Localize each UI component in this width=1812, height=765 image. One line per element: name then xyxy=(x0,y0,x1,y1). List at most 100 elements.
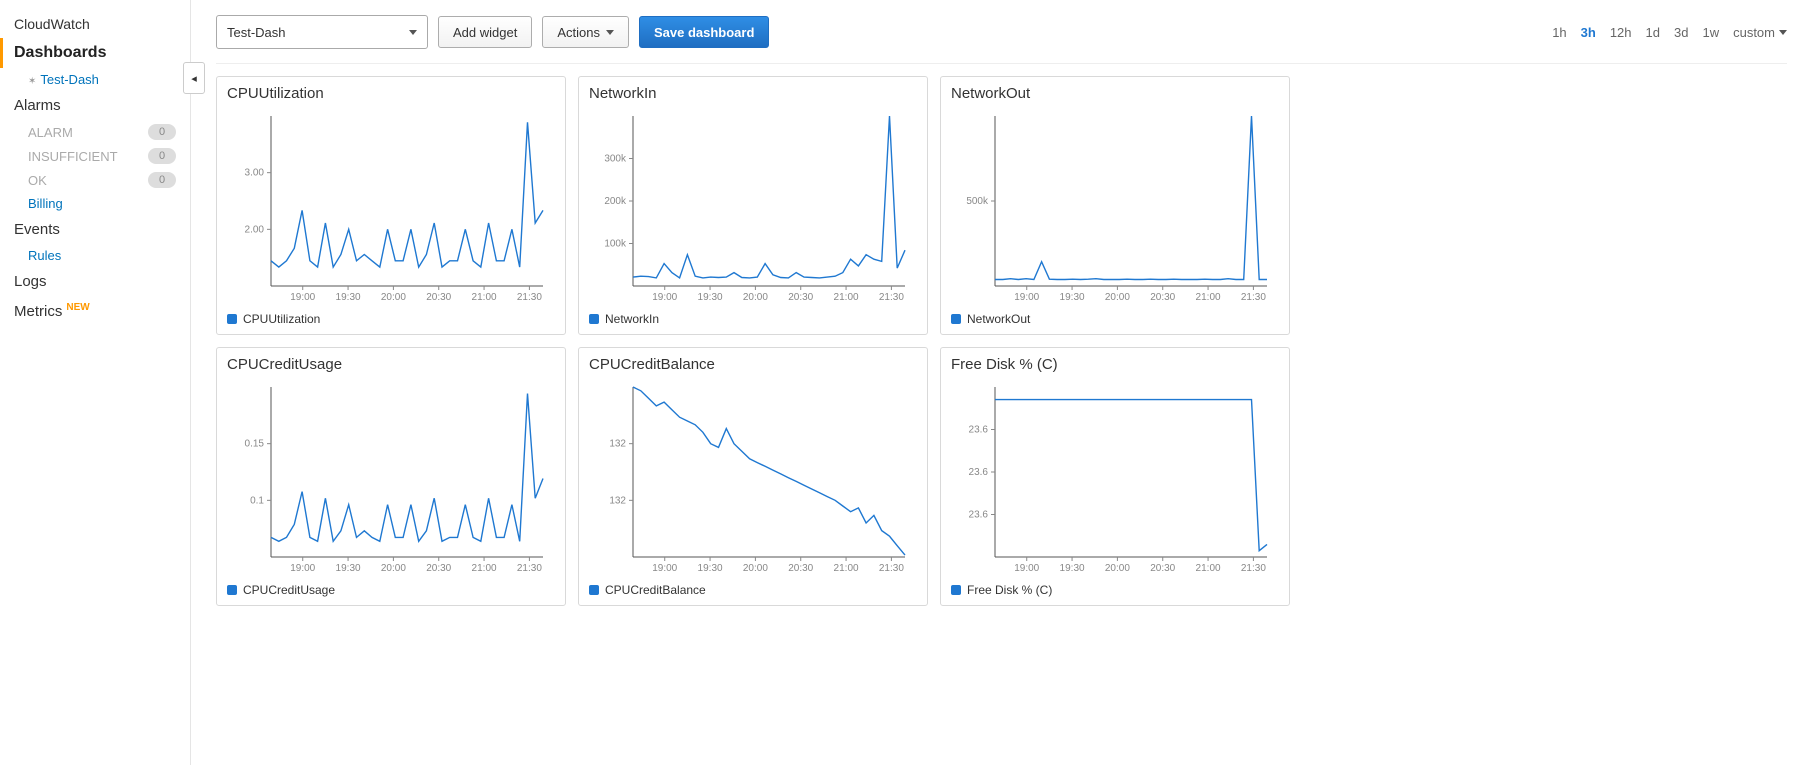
svg-text:500k: 500k xyxy=(966,196,989,207)
widget-networkin[interactable]: NetworkIn100k200k300k19:0019:3020:0020:3… xyxy=(578,76,928,335)
svg-text:19:30: 19:30 xyxy=(1060,292,1085,303)
svg-text:21:00: 21:00 xyxy=(472,292,497,303)
new-badge: NEW xyxy=(66,302,89,313)
save-dashboard-button[interactable]: Save dashboard xyxy=(639,16,769,48)
alarm-count-badge: 0 xyxy=(148,148,176,164)
chart-area: 100k200k300k19:0019:3020:0020:3021:0021:… xyxy=(589,108,917,308)
time-range-3h[interactable]: 3h xyxy=(1581,25,1596,40)
alarm-count-badge: 0 xyxy=(148,124,176,140)
svg-text:19:00: 19:00 xyxy=(290,563,315,574)
nav-alarms[interactable]: Alarms xyxy=(0,91,190,120)
svg-text:19:30: 19:30 xyxy=(1060,563,1085,574)
nav-billing[interactable]: Billing xyxy=(0,192,190,215)
time-range-12h[interactable]: 12h xyxy=(1610,25,1632,40)
chart-area: 2.003.0019:0019:3020:0020:3021:0021:30 xyxy=(227,108,555,308)
svg-text:23.6: 23.6 xyxy=(969,467,989,478)
svg-text:20:30: 20:30 xyxy=(1150,292,1175,303)
chevron-down-icon xyxy=(1779,30,1787,35)
widget-title: NetworkIn xyxy=(589,85,917,102)
legend-swatch xyxy=(589,585,599,595)
legend-label: CPUCreditUsage xyxy=(243,583,335,597)
chart-legend: Free Disk % (C) xyxy=(951,583,1279,597)
nav-logs[interactable]: Logs xyxy=(0,267,190,296)
svg-text:20:00: 20:00 xyxy=(1105,292,1130,303)
svg-text:20:00: 20:00 xyxy=(381,563,406,574)
svg-text:19:00: 19:00 xyxy=(652,563,677,574)
legend-swatch xyxy=(227,314,237,324)
legend-swatch xyxy=(227,585,237,595)
actions-button[interactable]: Actions xyxy=(542,16,629,48)
legend-swatch xyxy=(951,585,961,595)
svg-text:132: 132 xyxy=(609,495,626,506)
svg-text:20:30: 20:30 xyxy=(1150,563,1175,574)
star-icon: ✶ xyxy=(28,76,36,87)
nav-events[interactable]: Events xyxy=(0,215,190,244)
nav-dashboards[interactable]: Dashboards xyxy=(0,38,190,68)
widget-title: CPUCreditBalance xyxy=(589,356,917,373)
svg-text:21:30: 21:30 xyxy=(517,292,542,303)
chart-legend: NetworkIn xyxy=(589,312,917,326)
nav-rules[interactable]: Rules xyxy=(0,244,190,267)
svg-text:20:30: 20:30 xyxy=(788,563,813,574)
chart-legend: NetworkOut xyxy=(951,312,1279,326)
add-widget-button[interactable]: Add widget xyxy=(438,16,532,48)
alarm-count-badge: 0 xyxy=(148,172,176,188)
svg-text:19:00: 19:00 xyxy=(1014,292,1039,303)
svg-text:21:00: 21:00 xyxy=(472,563,497,574)
nav-cloudwatch[interactable]: CloudWatch xyxy=(0,10,190,38)
main-content: Test-Dash Add widget Actions Save dashbo… xyxy=(191,0,1812,765)
collapse-sidebar-button[interactable]: ◂ xyxy=(183,62,205,94)
chart-legend: CPUUtilization xyxy=(227,312,555,326)
widget-networkout[interactable]: NetworkOut 500k 19:00 19:30 20:00 20:30 21:00 2… xyxy=(940,76,1290,335)
svg-text:23.6: 23.6 xyxy=(969,425,989,436)
svg-text:19:30: 19:30 xyxy=(698,292,723,303)
dashboard-select[interactable]: Test-Dash xyxy=(216,15,428,49)
time-range-picker: 1h 3h 12h 1d 3d 1w custom xyxy=(1552,25,1787,40)
chart-legend: CPUCreditBalance xyxy=(589,583,917,597)
svg-text:3.00: 3.00 xyxy=(245,168,265,179)
svg-text:19:30: 19:30 xyxy=(336,563,361,574)
sidebar-dash-item[interactable]: ✶Test-Dash xyxy=(0,68,190,91)
svg-text:21:30: 21:30 xyxy=(1241,563,1266,574)
widget-free-disk-c-[interactable]: Free Disk % (C)23.623.623.619:0019:3020:… xyxy=(940,347,1290,606)
alarm-state-alarm[interactable]: ALARM0 xyxy=(0,120,190,144)
svg-text:20:00: 20:00 xyxy=(743,563,768,574)
svg-text:21:30: 21:30 xyxy=(879,292,904,303)
legend-label: NetworkIn xyxy=(605,312,659,326)
widget-cpucreditusage[interactable]: CPUCreditUsage 0.1 0.15 19:00 19:30 20:00 20:3… xyxy=(216,347,566,606)
nav-metrics[interactable]: MetricsNEW xyxy=(0,296,190,326)
alarm-state-insufficient[interactable]: INSUFFICIENT0 xyxy=(0,144,190,168)
svg-text:0.1: 0.1 xyxy=(250,495,264,506)
chart-area: 0.10.1519:0019:3020:0020:3021:0021:30 xyxy=(227,379,555,579)
alarm-state-ok[interactable]: OK0 xyxy=(0,168,190,192)
chart-area: 23.623.623.619:0019:3020:0020:3021:0021:… xyxy=(951,379,1279,579)
time-range-3d[interactable]: 3d xyxy=(1674,25,1688,40)
svg-text:2.00: 2.00 xyxy=(245,224,265,235)
svg-text:19:00: 19:00 xyxy=(1014,563,1039,574)
svg-text:20:30: 20:30 xyxy=(426,563,451,574)
svg-text:300k: 300k xyxy=(604,154,627,165)
svg-text:21:30: 21:30 xyxy=(1241,292,1266,303)
time-range-1h[interactable]: 1h xyxy=(1552,25,1566,40)
svg-text:0.15: 0.15 xyxy=(245,439,265,450)
legend-swatch xyxy=(951,314,961,324)
toolbar: Test-Dash Add widget Actions Save dashbo… xyxy=(216,15,1787,64)
svg-text:20:30: 20:30 xyxy=(788,292,813,303)
svg-text:19:30: 19:30 xyxy=(336,292,361,303)
time-range-1w[interactable]: 1w xyxy=(1702,25,1719,40)
svg-text:19:00: 19:00 xyxy=(652,292,677,303)
svg-text:21:00: 21:00 xyxy=(834,292,859,303)
svg-text:20:30: 20:30 xyxy=(426,292,451,303)
widget-title: NetworkOut xyxy=(951,85,1279,102)
chevron-down-icon xyxy=(606,30,614,35)
chevron-left-icon: ◂ xyxy=(191,72,197,85)
widget-cpuutilization[interactable]: CPUUtilization2.003.0019:0019:3020:0020:… xyxy=(216,76,566,335)
svg-text:19:00: 19:00 xyxy=(290,292,315,303)
widget-cpucreditbalance[interactable]: CPUCreditBalance13213219:0019:3020:0020:… xyxy=(578,347,928,606)
svg-text:100k: 100k xyxy=(604,239,627,250)
svg-text:21:00: 21:00 xyxy=(1196,292,1221,303)
time-range-custom[interactable]: custom xyxy=(1733,25,1775,40)
widget-title: CPUUtilization xyxy=(227,85,555,102)
time-range-1d[interactable]: 1d xyxy=(1646,25,1660,40)
legend-swatch xyxy=(589,314,599,324)
